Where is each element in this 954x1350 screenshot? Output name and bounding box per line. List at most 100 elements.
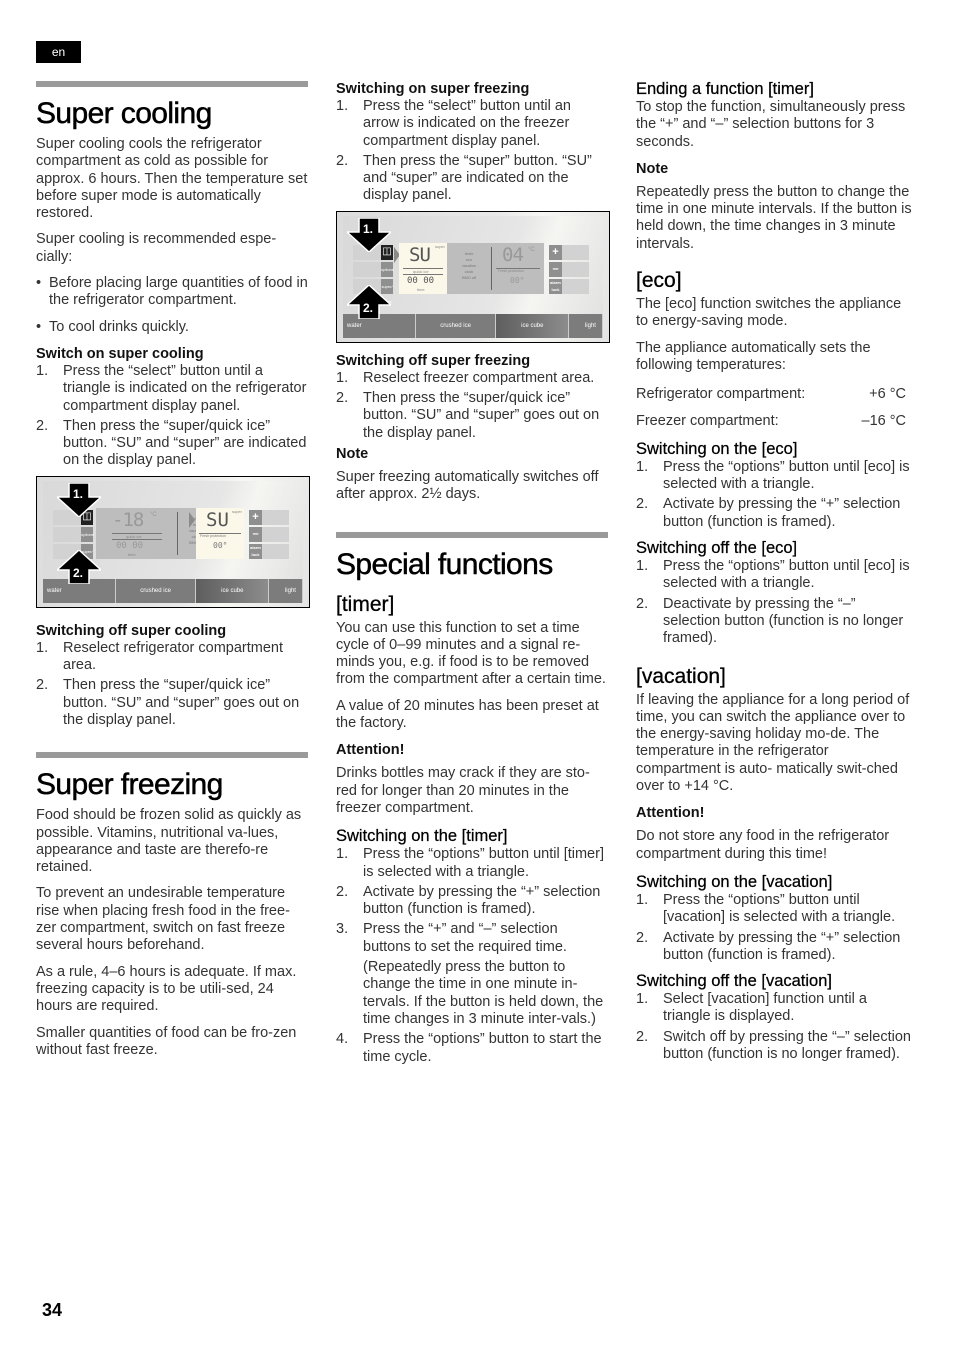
options-button: options	[353, 261, 394, 277]
arrow-step-2-label: 2.	[73, 565, 84, 580]
plus-button: +	[549, 244, 589, 260]
switch-on-super-cooling-heading: Switch on super cooling	[36, 345, 204, 362]
note-heading: Note	[336, 445, 369, 462]
minus-button: –	[249, 526, 289, 542]
crushed-ice-button: crushed ice	[415, 313, 497, 338]
switching-off-eco-heading: Switching off the [eco]	[636, 539, 798, 558]
switch-off-super-freezing-heading: Switching off super freezing	[336, 352, 531, 369]
alarm-lock-button: alarm lock	[249, 543, 289, 559]
switch-on-super-freezing-steps: 1. Press the “select” button until an arr…	[336, 98, 608, 205]
eco-paragraph: The [eco] function switches the applianc…	[636, 296, 902, 330]
list-item: 2. Deactivate by pressing the “–” selecti…	[636, 595, 904, 647]
list-item: 2. Then press the “super/quick ice” butto…	[36, 417, 307, 469]
list-item: 1. Press the “options” button until [eco]…	[636, 458, 910, 493]
ice-cube-button: ice cube	[496, 313, 570, 338]
switching-on-eco-heading: Switching on the [eco]	[636, 439, 798, 458]
selection-triangle-icon	[189, 511, 195, 528]
switching-on-timer-steps-cont: 4. Press the “options” button to start th…	[336, 1031, 608, 1066]
switch-off-super-cooling-steps: 1. Reselect refrigerator compartment area…	[36, 640, 308, 729]
freezer-zone: -18 °C quick ice 00 00 time	[96, 508, 178, 559]
super-cooling-intro: Super cooling cools the refrigerator com…	[36, 136, 308, 222]
crushed-ice-button: crushed ice	[115, 578, 197, 603]
super-freezing-paragraph: To prevent an undesirable temperature ri…	[36, 885, 290, 954]
list-item: 2. Then press the “super/quick ice” butto…	[36, 677, 300, 728]
super-freezing-paragraph: Food should be frozen solid as quickly a…	[36, 807, 302, 876]
fridge-zone: SU super Fresh protection 00°	[196, 507, 244, 559]
switch-off-super-cooling-heading: Switching off super cooling	[36, 622, 227, 639]
timer-step3-note: (Repeatedly press the button to change t…	[363, 959, 604, 1027]
note-heading: Note	[636, 160, 669, 177]
switching-on-vacation-heading: Switching on the [vacation]	[636, 872, 833, 891]
switching-off-vacation-heading: Switching off the [vacation]	[636, 972, 832, 991]
switching-on-vacation-steps: 1. Press the “options” button until [vaca…	[636, 892, 914, 964]
column-right: Ending a function [timer] To stop the fu…	[636, 0, 914, 1066]
switching-on-eco-steps: 1. Press the “options” button until [eco]…	[636, 459, 914, 531]
column-left: Super cooling Super cooling cools the re…	[36, 0, 310, 1059]
list-item: 4. Press the “options” button to start th…	[336, 1031, 602, 1065]
timer-note-text: Repeatedly press the button to change th…	[636, 183, 912, 252]
list-item: 2. Activate by pressing the “+” selection…	[636, 496, 901, 530]
alarm-lock-button: alarm lock	[549, 278, 589, 294]
attention-heading: Attention!	[336, 742, 405, 759]
ending-timer-text: To stop the function, simultaneously pre…	[636, 99, 906, 150]
options-button: options	[53, 526, 94, 542]
switching-off-vacation-steps: 1. Select [vacation] function until a tri…	[636, 991, 914, 1063]
super-freezing-paragraph: Smaller quantities of food can be fro-ze…	[36, 1024, 297, 1058]
list-item: 1. Reselect refrigerator compartment area…	[36, 639, 283, 674]
control-panel-figure-freezing: ◫ options super/ quick ice SU super quic…	[336, 210, 610, 343]
switch-off-super-freezing-steps: 1. Reselect freezer compartment area. 2. T…	[336, 370, 608, 442]
light-button: light	[569, 313, 603, 338]
timer-paragraph: A value of 20 minutes has been preset at…	[336, 697, 599, 732]
vacation-paragraph: If leaving the appliance for a long peri…	[636, 691, 910, 795]
eco-temp-row: Freezer compartment: –16 °C	[636, 412, 906, 429]
section-title-super-freezing: Super freezing	[36, 768, 224, 802]
super-freezing-paragraph: As a rule, 4–6 hours is adequate. If max…	[36, 963, 297, 1015]
list-item: 2. Then press the “super” button. “SU” an…	[336, 152, 592, 204]
list-item: 1. Press the “options” button until [time…	[336, 846, 604, 880]
list-item: 1. Press the “options” button until [vaca…	[636, 891, 896, 926]
page-number: 34	[42, 1300, 63, 1320]
switching-on-timer-heading: Switching on the [timer]	[336, 827, 508, 846]
list-item: 2. Activate by pressing the “+” selection…	[336, 883, 601, 918]
list-item: 2. Activate by pressing the “+” selection…	[636, 929, 901, 963]
list-item: 1. Press the “options” button until [eco]…	[636, 558, 910, 592]
eco-temp-row: Refrigerator compartment: +6 °C	[636, 386, 906, 403]
arrow-step-1-label: 1.	[363, 221, 374, 236]
list-item: 1. Press the “select” button until a tria…	[36, 362, 307, 414]
list-item: 1. Select [vacation] function until a tri…	[636, 991, 867, 1025]
arrow-step-2-label: 2.	[363, 300, 374, 315]
minus-button: –	[549, 261, 589, 277]
arrow-step-1-label: 1.	[73, 486, 84, 501]
switching-off-eco-steps: 1. Press the “options” button until [eco]…	[636, 558, 914, 647]
eco-heading: [eco]	[636, 269, 682, 293]
section-title-super-cooling: Super cooling	[36, 97, 213, 131]
ice-cube-button: ice cube	[196, 578, 270, 603]
list-item: 2. Then press the “super/quick ice” butto…	[336, 390, 600, 441]
switch-on-super-freezing-heading: Switching on super freezing	[336, 81, 530, 97]
super-cooling-bullets: Before placing large quantities of food …	[36, 275, 308, 336]
freezer-zone: SU super quick ice 00 00 time	[399, 242, 447, 294]
section-title-special-functions: Special functions	[336, 547, 554, 581]
plus-button: +	[249, 509, 289, 525]
vacation-heading: [vacation]	[636, 664, 726, 688]
super-cooling-recommended: Super cooling is recommended espe-cially…	[36, 231, 277, 265]
column-middle: Switching on super freezing 1. Press the …	[336, 0, 610, 1069]
display-panel: SU super quick ice 00 00 time timer eco …	[399, 242, 544, 294]
list-item: 3. Press the “+” and “–” selection button…	[336, 921, 567, 955]
timer-attention-text: Drinks bottles may crack if they are sto…	[336, 765, 590, 816]
ending-timer-heading: Ending a function [timer]	[636, 80, 814, 98]
switch-on-super-cooling-steps: 1. Press the “select” button until a tria…	[36, 363, 308, 470]
super-freezing-note: Super freezing automatically switches of…	[336, 468, 599, 503]
list-item: Before placing large quantities of food …	[36, 275, 308, 310]
list-item: 1. Reselect freezer compartment area.	[336, 369, 595, 386]
eco-paragraph: The appliance automatically sets the fol…	[636, 339, 871, 373]
attention-heading: Attention!	[636, 805, 705, 822]
timer-heading: [timer]	[336, 592, 395, 616]
control-panel-figure-cooling: ◫ options super/ quick ice -18 °C quick …	[36, 475, 310, 608]
fridge-zone: 04 °C Fresh protection 00°	[492, 243, 544, 294]
function-list: timer eco vacation clock BMO off	[461, 251, 477, 280]
list-item: 2. Switch off by pressing the “–” selecti…	[636, 1028, 911, 1062]
list-item: 1. Press the “select” button until an arr…	[336, 98, 571, 149]
light-button: light	[269, 578, 303, 603]
timer-paragraph: You can use this function to set a time …	[336, 619, 606, 688]
